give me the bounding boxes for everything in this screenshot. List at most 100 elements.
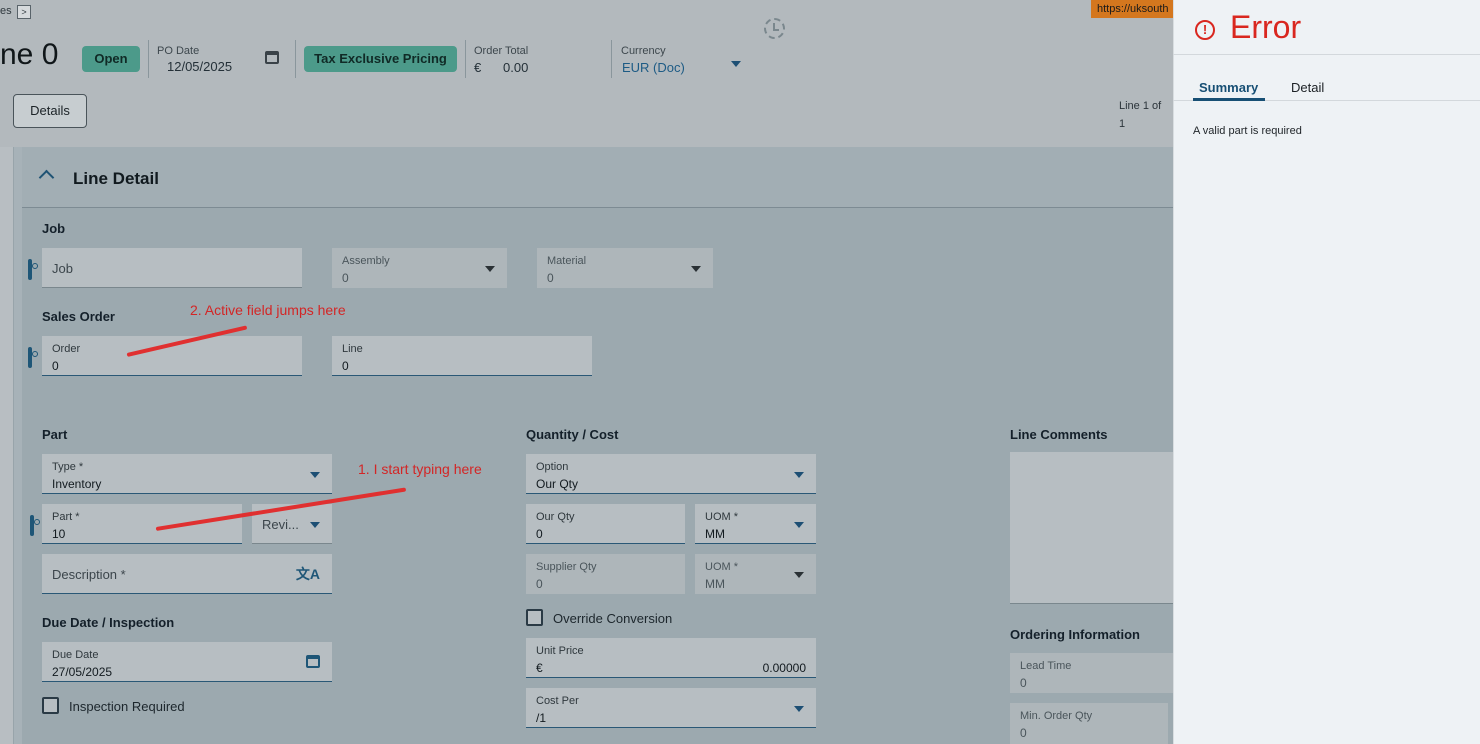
our-qty-label: Our Qty: [536, 511, 575, 523]
translate-icon[interactable]: 文A: [296, 564, 320, 584]
supplier-qty-field: Supplier Qty 0: [526, 554, 685, 594]
job-section-title: Job: [42, 221, 66, 236]
active-tab-indicator: [1193, 98, 1265, 101]
line-counter: Line 1 of 1: [1119, 97, 1161, 133]
chevron-down-icon: [485, 266, 495, 272]
lead-time-value: 0: [1020, 676, 1027, 690]
line-field[interactable]: Line 0: [332, 336, 592, 376]
our-qty-field[interactable]: Our Qty 0: [526, 504, 685, 544]
part-value: 10: [52, 527, 66, 541]
part-field[interactable]: Part * 10: [30, 504, 242, 544]
chevron-down-icon[interactable]: [310, 522, 320, 528]
type-value: Inventory: [52, 477, 102, 491]
unit-price-label: Unit Price: [536, 645, 584, 657]
chevron-down-icon[interactable]: [794, 472, 804, 478]
order-label: Order: [52, 343, 81, 355]
supplier-qty-label: Supplier Qty: [536, 561, 597, 573]
page-title: ne 0: [0, 38, 59, 71]
left-rail: [0, 147, 14, 744]
line-of-value: 1: [1119, 118, 1126, 130]
breadcrumb[interactable]: es: [0, 5, 12, 17]
due-date-field[interactable]: Due Date 27/05/2025: [42, 642, 332, 682]
part-section-title: Part: [42, 427, 68, 442]
material-select: Material 0: [537, 248, 713, 288]
line-comments-textarea[interactable]: [1010, 452, 1173, 604]
error-message: A valid part is required: [1193, 125, 1302, 137]
order-total-currency: €: [474, 60, 482, 75]
quantity-section-title: Quantity / Cost: [526, 427, 619, 442]
chevron-down-icon[interactable]: [310, 472, 320, 478]
order-total-label: Order Total: [474, 45, 529, 57]
currency-value[interactable]: EUR (Doc): [622, 60, 685, 75]
error-title: Error: [1230, 9, 1302, 45]
unit-price-value: 0.00000: [762, 661, 806, 675]
annotation-active-field-jumps: 2. Active field jumps here: [190, 302, 346, 318]
divider: [1173, 54, 1480, 55]
assembly-value: 0: [342, 271, 349, 285]
material-value: 0: [547, 271, 554, 285]
assembly-select: Assembly 0: [332, 248, 507, 288]
calendar-icon[interactable]: [306, 655, 320, 668]
revision-placeholder: Revi...: [262, 517, 299, 532]
chevron-down-icon[interactable]: [794, 522, 804, 528]
due-date-section-title: Due Date / Inspection: [42, 615, 175, 630]
tax-pricing-badge: Tax Exclusive Pricing: [304, 46, 457, 72]
po-date-label: PO Date: [157, 45, 200, 57]
uom-label: UOM *: [705, 511, 738, 523]
material-label: Material: [547, 255, 587, 267]
option-value: Our Qty: [536, 477, 579, 491]
breadcrumb-expand-button[interactable]: >: [17, 5, 31, 19]
divider: [148, 40, 149, 78]
unit-price-field[interactable]: Unit Price € 0.00000: [526, 638, 816, 678]
min-order-value: 0: [1020, 726, 1027, 740]
ordering-info-title: Ordering Information: [1010, 627, 1140, 642]
job-field[interactable]: Job: [28, 248, 302, 288]
currency-label: Currency: [621, 45, 666, 57]
search-icon[interactable]: [30, 515, 34, 536]
error-panel: [1173, 0, 1480, 744]
panel-title: Line Detail: [73, 169, 159, 188]
sales-order-section-title: Sales Order: [42, 309, 115, 324]
history-icon[interactable]: [764, 18, 785, 39]
supplier-qty-value: 0: [536, 577, 543, 591]
panel-header[interactable]: [22, 147, 1173, 208]
inspection-label: Inspection Required: [69, 699, 185, 714]
uom-value: MM: [705, 527, 725, 541]
uom2-label: UOM *: [705, 561, 738, 573]
error-icon: !: [1195, 20, 1215, 40]
details-button[interactable]: Details: [13, 94, 87, 128]
annotation-start-typing: 1. I start typing here: [358, 461, 482, 477]
uom-select-supplier: UOM * MM: [695, 554, 816, 594]
cost-per-label: Cost Per: [536, 695, 579, 707]
description-field[interactable]: Description * 文A: [42, 554, 332, 594]
divider: [295, 40, 296, 78]
override-conversion-label: Override Conversion: [553, 611, 673, 626]
order-value: 0: [52, 359, 59, 373]
search-icon[interactable]: [28, 347, 32, 368]
inspection-checkbox[interactable]: [42, 697, 59, 714]
lead-time-label: Lead Time: [1020, 660, 1072, 672]
line-label: Line: [342, 343, 363, 355]
due-date-label: Due Date: [52, 649, 99, 661]
chevron-down-icon[interactable]: [794, 706, 804, 712]
tab-detail[interactable]: Detail: [1291, 80, 1324, 95]
tab-summary[interactable]: Summary: [1199, 80, 1258, 95]
type-label: Type *: [52, 461, 84, 473]
unit-price-currency: €: [536, 661, 543, 675]
chevron-down-icon[interactable]: [731, 61, 741, 67]
min-order-label: Min. Order Qty: [1020, 710, 1093, 722]
divider: [611, 40, 612, 78]
option-label: Option: [536, 461, 569, 473]
chevron-down-icon: [794, 572, 804, 578]
cost-per-select[interactable]: Cost Per /1: [526, 688, 816, 728]
uom-select[interactable]: UOM * MM: [695, 504, 816, 544]
order-total-value: 0.00: [503, 60, 529, 75]
assembly-label: Assembly: [342, 255, 390, 267]
type-select[interactable]: Type * Inventory: [42, 454, 332, 494]
search-icon[interactable]: [28, 259, 32, 280]
override-conversion-checkbox[interactable]: [526, 609, 543, 626]
min-order-qty-field: Min. Order Qty 0: [1010, 703, 1168, 744]
calendar-icon[interactable]: [265, 51, 279, 64]
option-select[interactable]: Option Our Qty: [526, 454, 816, 494]
po-date-value[interactable]: 12/05/2025: [167, 59, 232, 74]
